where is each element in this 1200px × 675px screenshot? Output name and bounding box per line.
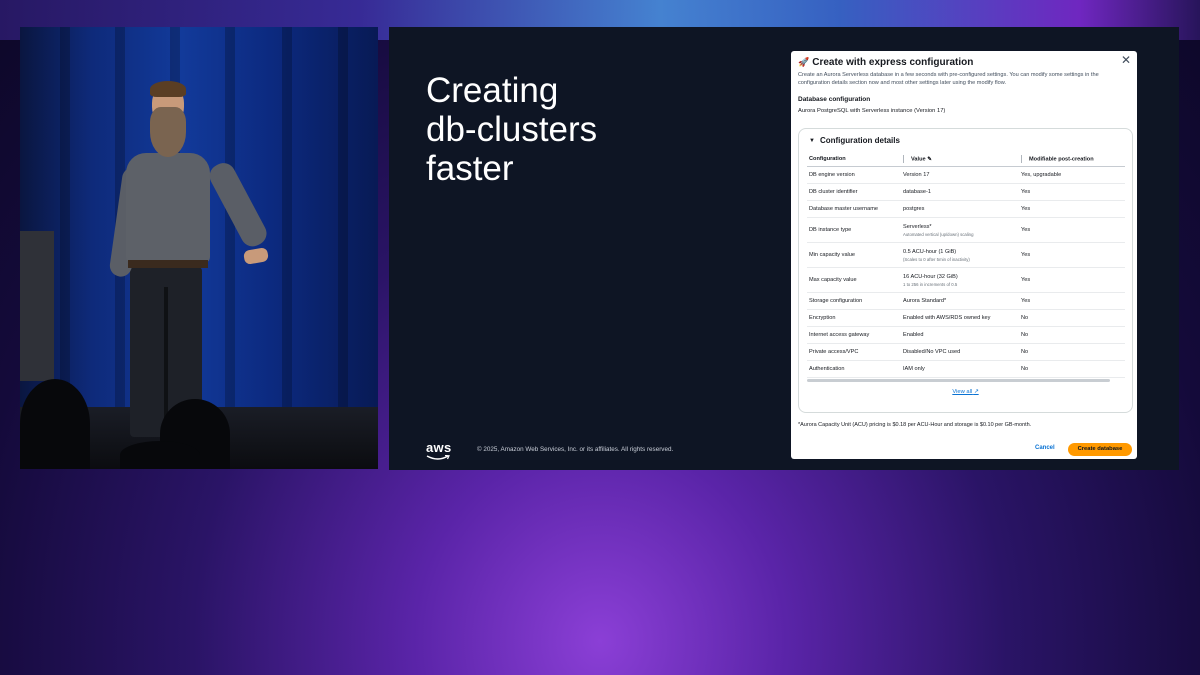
config-value: postgres [901, 200, 1019, 218]
config-name: Encryption [807, 309, 901, 327]
aws-logo: aws [426, 441, 452, 463]
config-value: Enabled [901, 326, 1019, 344]
aws-smile-icon [426, 455, 450, 460]
config-value: database-1 [901, 183, 1019, 201]
config-value-cell: Serverless* Automated vertical (up/down)… [901, 217, 1019, 243]
table-row: Min capacity value 0.5 ACU-hour (1 GiB) … [807, 242, 1125, 268]
config-name: Storage configuration [807, 292, 901, 310]
config-modifiable: Yes [1019, 217, 1125, 243]
config-modifiable: No [1019, 343, 1125, 361]
config-value-hint: (Scales to 0 after 5min of inactivity) [903, 256, 970, 262]
table-header-row: Configuration Value ✎ Modifiable post-cr… [807, 152, 1125, 167]
table-row: Storage configuration Aurora Standard* Y… [807, 292, 1125, 310]
config-name: DB cluster identifier [807, 183, 901, 201]
table-row: Encryption Enabled with AWS/RDS owned ke… [807, 309, 1125, 327]
column-header-configuration: Configuration [807, 152, 901, 167]
presenter-arm [205, 158, 271, 251]
config-name: Min capacity value [807, 242, 901, 268]
aws-logo-text: aws [426, 440, 452, 455]
db-config-heading: Database configuration [798, 96, 871, 103]
config-value-cell: 0.5 ACU-hour (1 GiB) (Scales to 0 after … [901, 242, 1019, 268]
audience-head [20, 379, 90, 469]
audience-head [120, 441, 200, 469]
create-database-button[interactable]: Create database [1068, 443, 1132, 456]
curtain-fold [60, 27, 70, 409]
config-value: Disabled/No VPC used [901, 343, 1019, 361]
column-separator [1021, 155, 1022, 163]
express-config-modal: 🚀 Create with express configuration ✕ Cr… [791, 51, 1137, 459]
table-row: Authentication IAM only No [807, 360, 1125, 378]
presenter-hair [150, 81, 186, 97]
config-value: Version 17 [901, 166, 1019, 184]
horizontal-scrollbar[interactable] [807, 379, 1110, 382]
config-value: Aurora Standard* [901, 292, 1019, 310]
presenter-video [20, 27, 378, 469]
modal-title-text: Create with express configuration [812, 57, 974, 68]
presentation-slide: Creating db-clusters faster aws © 2025, … [389, 27, 1179, 470]
config-value: Serverless* [903, 223, 932, 230]
table-row: Private access/VPC Disabled/No VPC used … [807, 343, 1125, 361]
config-modifiable: Yes [1019, 267, 1125, 293]
modal-description: Create an Aurora Serverless database in … [798, 72, 1099, 86]
config-name: DB instance type [807, 217, 901, 243]
table-row: Max capacity value 16 ACU-hour (32 GiB) … [807, 267, 1125, 293]
table-row: DB instance type Serverless* Automated v… [807, 217, 1125, 243]
config-value: Enabled with AWS/RDS owned key [901, 309, 1019, 327]
column-header-modifiable: Modifiable post-creation [1019, 152, 1125, 167]
config-value-hint: 1 to 256 in increments of 0.5 [903, 281, 958, 287]
db-config-value: Aurora PostgreSQL with Serverless instan… [798, 108, 946, 114]
caret-down-icon: ▼ [809, 137, 815, 144]
config-modifiable: No [1019, 360, 1125, 378]
config-value: 16 ACU-hour (32 GiB) [903, 273, 958, 280]
column-header-value: Value ✎ [901, 152, 1019, 167]
cancel-button[interactable]: Cancel [1035, 445, 1055, 451]
config-name: Internet access gateway [807, 326, 901, 344]
table-row: Internet access gateway Enabled No [807, 326, 1125, 344]
table-row: DB cluster identifier database-1 Yes [807, 183, 1125, 201]
curtain-fold [338, 27, 348, 409]
presenter-torso [126, 153, 210, 263]
config-modifiable: Yes [1019, 183, 1125, 201]
config-name: Authentication [807, 360, 901, 378]
podium [20, 231, 54, 381]
external-link-icon: ↗ [973, 389, 979, 395]
table-row: Database master username postgres Yes [807, 200, 1125, 218]
config-value: 0.5 ACU-hour (1 GiB) [903, 248, 957, 255]
edit-icon: ✎ [927, 156, 932, 163]
curtain-fold [282, 27, 292, 409]
config-value-cell: 16 ACU-hour (32 GiB) 1 to 256 in increme… [901, 267, 1019, 293]
view-all-link[interactable]: View all ↗ [799, 389, 1132, 395]
config-modifiable: Yes, upgradable [1019, 166, 1125, 184]
config-value-hint: Automated vertical (up/down) scaling [903, 231, 974, 237]
config-details-heading: Configuration details [819, 136, 900, 145]
table-row: DB engine version Version 17 Yes, upgrad… [807, 166, 1125, 184]
pricing-footnote: *Aurora Capacity Unit (ACU) pricing is $… [798, 422, 1032, 428]
copyright: © 2025, Amazon Web Services, Inc. or its… [477, 446, 674, 453]
modal-title: 🚀 Create with express configuration [798, 57, 973, 68]
config-table: Configuration Value ✎ Modifiable post-cr… [807, 152, 1125, 378]
config-name: Private access/VPC [807, 343, 901, 361]
close-icon[interactable]: ✕ [1121, 53, 1131, 67]
view-all-label: View all [952, 389, 973, 395]
config-value: IAM only [901, 360, 1019, 378]
config-name: DB engine version [807, 166, 901, 184]
config-name: Max capacity value [807, 267, 901, 293]
slide-title: Creating db-clusters faster [426, 71, 598, 188]
rocket-icon: 🚀 [798, 57, 810, 67]
config-modifiable: Yes [1019, 242, 1125, 268]
config-details-toggle[interactable]: ▼ Configuration details [809, 136, 900, 145]
column-separator [903, 155, 904, 163]
config-modifiable: No [1019, 326, 1125, 344]
presenter-beard [150, 107, 186, 157]
config-modifiable: Yes [1019, 292, 1125, 310]
config-modifiable: No [1019, 309, 1125, 327]
presenter-belt [128, 260, 208, 268]
config-modifiable: Yes [1019, 200, 1125, 218]
config-details-panel: ▼ Configuration details Configuration Va… [798, 128, 1133, 413]
config-name: Database master username [807, 200, 901, 218]
presenter-hand [242, 247, 270, 265]
